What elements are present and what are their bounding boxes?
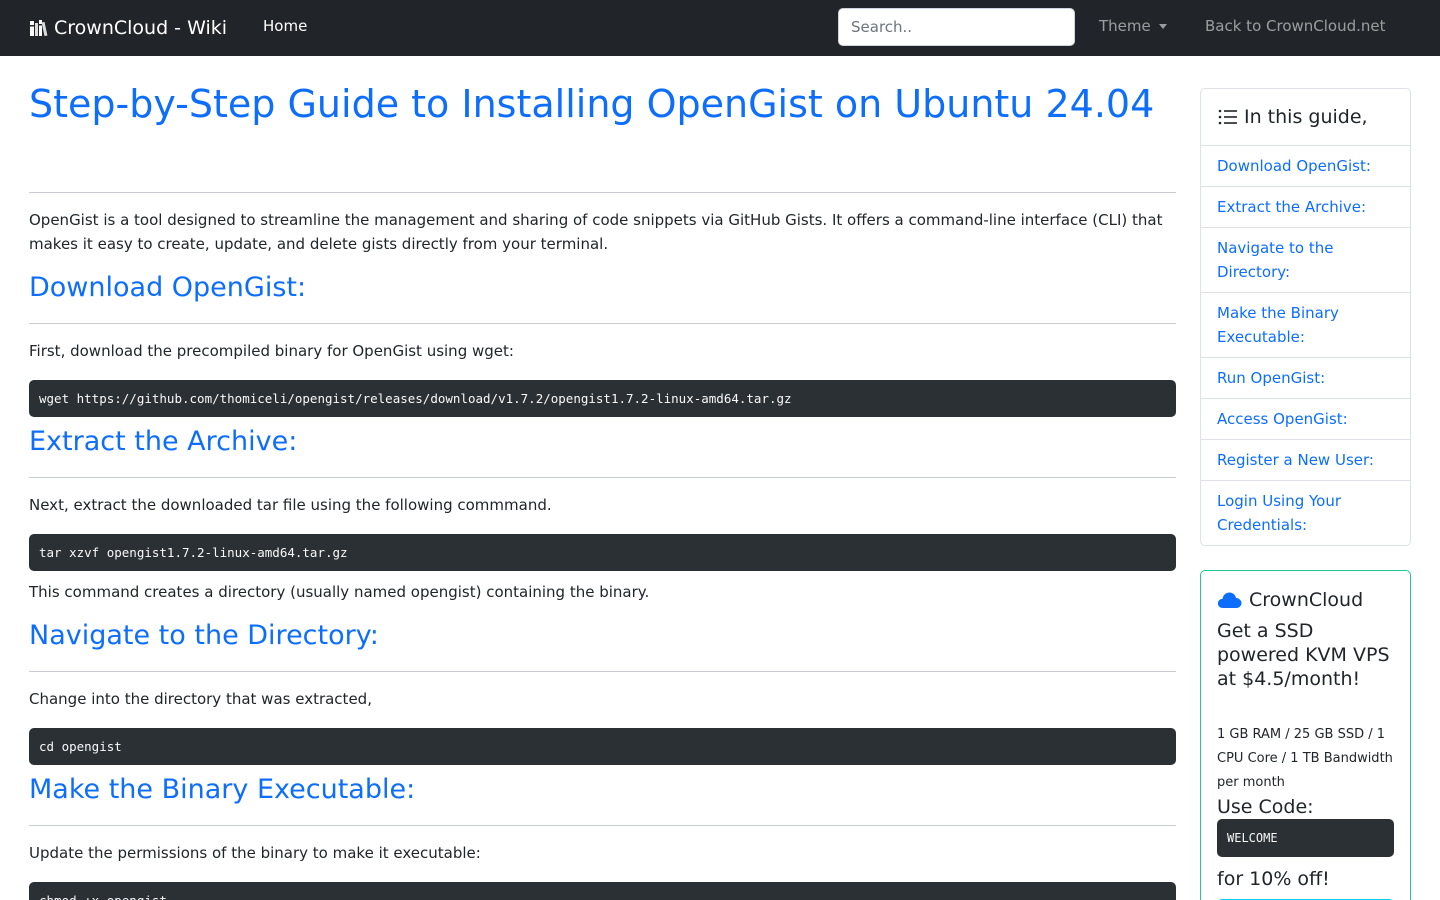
toc-item-register[interactable]: Register a New User:	[1201, 440, 1410, 481]
code-block-chmod[interactable]: chmod +x opengist	[29, 882, 1176, 900]
brand-link[interactable]: CrownCloud - Wiki	[29, 15, 227, 41]
section-text-extract: Next, extract the downloaded tar file us…	[29, 496, 552, 514]
books-icon	[30, 20, 48, 37]
divider	[29, 477, 1176, 478]
promo-code[interactable]: WELCOME	[1217, 819, 1394, 857]
promo-discount: for 10% off!	[1217, 868, 1330, 890]
section-heading-navigate: Navigate to the Directory:	[29, 620, 379, 651]
promo-card: CrownCloud Get a SSD powered KVM VPS at …	[1200, 570, 1411, 900]
intro-paragraph: OpenGist is a tool designed to streamlin…	[29, 211, 1163, 253]
toc-item-download[interactable]: Download OpenGist:	[1201, 146, 1410, 187]
toc-card: In this guide, Download OpenGist: Extrac…	[1200, 88, 1411, 546]
promo-brand: CrownCloud	[1249, 589, 1364, 611]
section-text-download: First, download the precompiled binary f…	[29, 342, 514, 360]
theme-label: Theme	[1099, 17, 1151, 35]
toc-item-extract[interactable]: Extract the Archive:	[1201, 187, 1410, 228]
code-block-tar[interactable]: tar xzvf opengist1.7.2-linux-amd64.tar.g…	[29, 534, 1176, 571]
toc-item-run[interactable]: Run OpenGist:	[1201, 358, 1410, 399]
section-heading-download: Download OpenGist:	[29, 272, 307, 303]
promo-specs: 1 GB RAM / 25 GB SSD / 1 CPU Core / 1 TB…	[1217, 727, 1393, 790]
section-heading-executable: Make the Binary Executable:	[29, 774, 416, 805]
toc-item-login[interactable]: Login Using Your Credentials:	[1201, 481, 1410, 545]
section-text-navigate: Change into the directory that was extra…	[29, 690, 372, 708]
list-icon	[1218, 109, 1237, 125]
divider	[29, 825, 1176, 826]
promo-use-code-label: Use Code:	[1217, 796, 1314, 818]
page-title: Step-by-Step Guide to Installing OpenGis…	[29, 82, 1155, 126]
chevron-down-icon	[1158, 23, 1167, 29]
toc-item-executable[interactable]: Make the Binary Executable:	[1201, 293, 1410, 358]
back-to-site-link[interactable]: Back to CrownCloud.net	[1205, 17, 1386, 35]
divider	[29, 323, 1176, 324]
toc-item-navigate[interactable]: Navigate to the Directory:	[1201, 228, 1410, 293]
section-heading-extract: Extract the Archive:	[29, 426, 298, 457]
promo-title: CrownCloud	[1217, 588, 1363, 612]
top-navbar: CrownCloud - Wiki Home Theme Back to Cro…	[0, 0, 1440, 56]
search-input[interactable]	[838, 8, 1075, 46]
toc-header: In this guide,	[1201, 89, 1410, 146]
code-block-cd[interactable]: cd opengist	[29, 728, 1176, 765]
theme-dropdown[interactable]: Theme	[1099, 17, 1167, 35]
toc-item-access[interactable]: Access OpenGist:	[1201, 399, 1410, 440]
promo-headline: Get a SSD powered KVM VPS at $4.5/month!	[1217, 620, 1390, 690]
cloud-icon	[1217, 592, 1242, 608]
divider	[29, 671, 1176, 672]
divider	[29, 192, 1176, 193]
brand-label: CrownCloud - Wiki	[54, 17, 228, 39]
nav-home-link[interactable]: Home	[263, 17, 307, 35]
section-text-executable: Update the permissions of the binary to …	[29, 844, 481, 862]
code-block-wget[interactable]: wget https://github.com/thomiceli/opengi…	[29, 380, 1176, 417]
toc-title: In this guide,	[1244, 106, 1368, 128]
section-note-extract: This command creates a directory (usuall…	[29, 583, 650, 601]
